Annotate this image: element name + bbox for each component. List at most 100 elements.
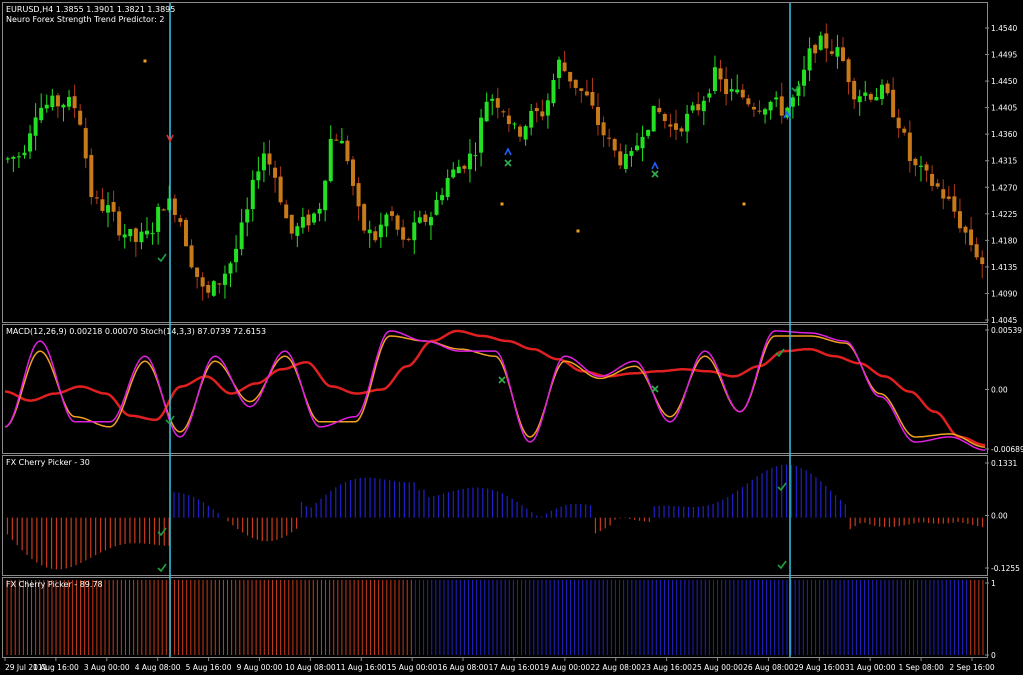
- candle-body: [89, 155, 94, 197]
- price-tick-label: 1.4450: [991, 77, 1017, 86]
- candle-body: [963, 226, 968, 233]
- candle-body: [902, 128, 907, 133]
- candle-body: [551, 80, 556, 104]
- time-tick-label: 11 Aug 16:00: [336, 663, 387, 672]
- candle-body: [573, 79, 578, 88]
- candle-body: [434, 199, 439, 215]
- candle-body: [445, 178, 450, 197]
- candle-body: [685, 113, 690, 132]
- cherry2-title: FX Cherry Picker - 89.78: [6, 580, 103, 589]
- candle-body: [44, 104, 49, 109]
- candle-body: [980, 257, 985, 265]
- candle-body: [378, 224, 383, 238]
- arrow-up-icon: [504, 147, 512, 156]
- candle-body: [946, 196, 951, 199]
- candle-body: [456, 166, 461, 174]
- candle-body: [601, 122, 606, 136]
- candle-body: [640, 137, 645, 149]
- candle-body: [596, 107, 601, 126]
- candle-body: [16, 156, 21, 158]
- time-tick-label: 5 Aug 16:00: [186, 663, 232, 672]
- candle-body: [278, 176, 283, 203]
- time-tick-label: 9 Aug 00:00: [237, 663, 283, 672]
- candle-body: [512, 123, 517, 125]
- time-tick-label: 19 Aug 00:00: [540, 663, 591, 672]
- price-tick-label: 1.4405: [991, 104, 1017, 113]
- candle-body: [868, 94, 873, 100]
- candle-body: [183, 219, 188, 247]
- candle-body: [841, 47, 846, 62]
- price-tick-label: 1.4270: [991, 183, 1017, 192]
- candle-body: [735, 89, 740, 93]
- time-tick-label: 26 Aug 08:00: [743, 663, 794, 672]
- candle-body: [467, 153, 472, 170]
- candle-body: [94, 197, 99, 199]
- candle-body: [885, 83, 890, 94]
- candle-body: [367, 229, 372, 234]
- candle-body: [651, 105, 656, 132]
- time-tick-label: 23 Aug 16:00: [641, 663, 692, 672]
- arrow-up-icon: [651, 161, 659, 170]
- time-tick-label: 2 Sep 16:00: [949, 663, 995, 672]
- candle-body: [295, 226, 300, 236]
- candle-body: [740, 89, 745, 98]
- candle-body: [217, 283, 222, 285]
- price-tick-label: 1.4540: [991, 24, 1017, 33]
- candle-body: [11, 156, 16, 159]
- candle-body: [39, 107, 44, 121]
- candle-body: [312, 213, 317, 223]
- candle-body: [351, 159, 356, 186]
- candle-body: [607, 137, 612, 139]
- candle-body: [662, 113, 667, 122]
- candle-body: [362, 204, 367, 231]
- candle-body: [72, 96, 77, 109]
- price-axis: 1.4540 1.4495 1.4450 1.4405 1.4360 1.4315 1.42…: [985, 24, 1023, 660]
- candle-body: [117, 211, 122, 236]
- cherry2-tick-label: 1: [991, 579, 996, 588]
- trading-chart[interactable]: 1.4540 1.4495 1.4450 1.4405 1.4360 1.4315 1.42…: [0, 0, 1023, 675]
- candle-body: [590, 92, 595, 106]
- stoch-main-line: [4, 330, 986, 451]
- candle-body: [612, 139, 617, 151]
- candle-body: [5, 158, 10, 160]
- candle-body: [673, 123, 678, 130]
- candle-body: [328, 138, 333, 182]
- candle-body: [55, 95, 60, 107]
- candle-body: [857, 96, 862, 103]
- candle-body: [289, 214, 294, 234]
- candle-body: [172, 198, 177, 216]
- time-tick-label: 17 Aug 16:00: [489, 663, 540, 672]
- candle-body: [824, 33, 829, 49]
- candle-body: [284, 204, 289, 219]
- candle-body: [913, 158, 918, 166]
- candlesticks: [5, 23, 985, 301]
- cherry1-tick-label: 0.1331: [991, 459, 1017, 468]
- candle-body: [106, 205, 111, 213]
- price-tick-label: 1.4495: [991, 51, 1017, 60]
- candle-body: [891, 89, 896, 118]
- signal-dot: [742, 202, 746, 206]
- candle-body: [863, 92, 868, 96]
- candle-body: [245, 209, 250, 223]
- candle-body: [579, 88, 584, 91]
- candle-body: [930, 173, 935, 186]
- candle-body: [623, 153, 628, 169]
- candle-body: [490, 98, 495, 101]
- candle-body: [668, 124, 673, 127]
- price-tick-label: 1.4225: [991, 210, 1017, 219]
- candle-body: [300, 216, 305, 228]
- candle-body: [935, 183, 940, 187]
- candle-body: [306, 214, 311, 226]
- candle-body: [144, 230, 149, 235]
- macd-tick-label: -0.00689: [991, 445, 1023, 454]
- candle-body: [495, 98, 500, 108]
- candle-body: [896, 117, 901, 129]
- time-tick-label: 1 Aug 16:00: [33, 663, 79, 672]
- candle-body: [206, 285, 211, 293]
- candle-body: [529, 110, 534, 128]
- time-tick-label: 10 Aug 08:00: [285, 663, 336, 672]
- candle-body: [78, 110, 83, 125]
- candle-body: [724, 79, 729, 95]
- price-tick-label: 1.4135: [991, 263, 1017, 272]
- candle-body: [690, 105, 695, 111]
